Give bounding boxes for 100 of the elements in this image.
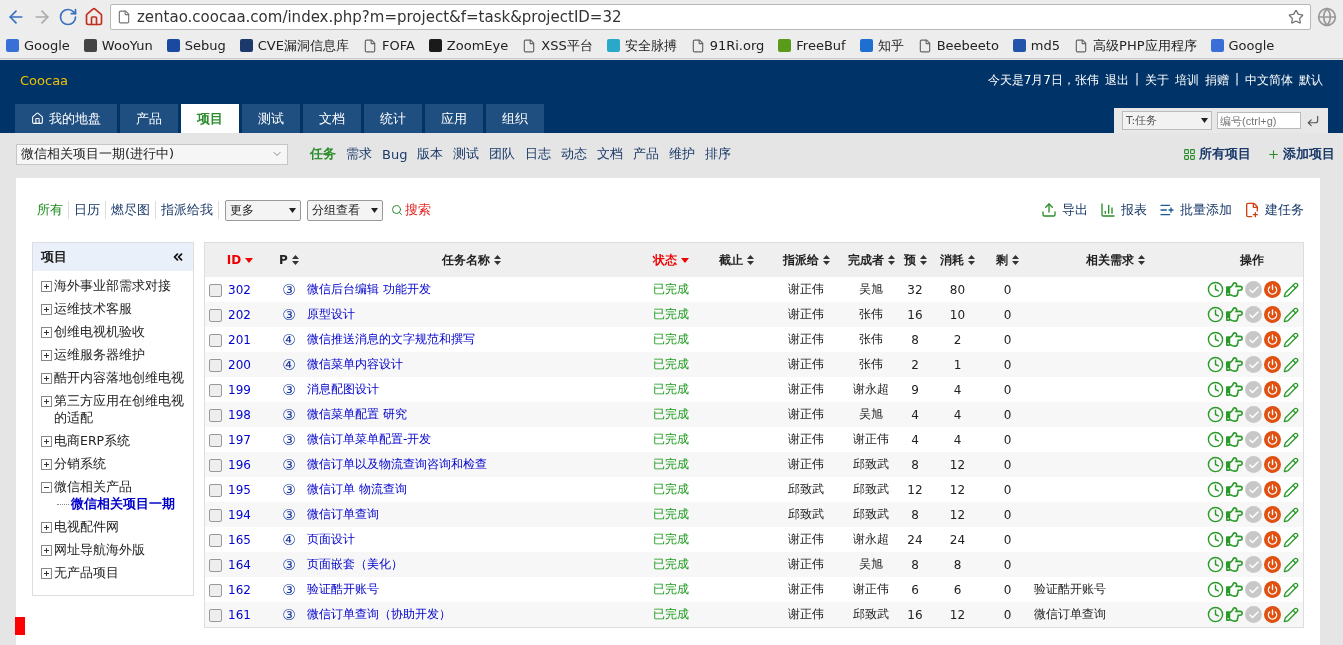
expand-icon[interactable] xyxy=(41,568,52,579)
subnav-link[interactable]: Bug xyxy=(382,146,408,162)
task-name-link[interactable]: 微信订单 物流查询 xyxy=(307,482,407,496)
header-action-link[interactable]: 所有项目 xyxy=(1183,145,1251,163)
column-header[interactable]: 相关需求 xyxy=(1030,243,1200,277)
pointing-hand-icon[interactable] xyxy=(1226,381,1243,398)
task-id-link[interactable]: 202 xyxy=(228,307,251,322)
check-icon[interactable] xyxy=(1245,581,1262,598)
row-checkbox[interactable] xyxy=(209,458,222,472)
nav-tab[interactable]: 我的地盘 xyxy=(15,104,117,133)
row-checkbox[interactable] xyxy=(209,483,222,497)
power-icon[interactable] xyxy=(1264,306,1281,323)
pointing-hand-icon[interactable] xyxy=(1226,581,1243,598)
nav-tab[interactable]: 项目 xyxy=(181,104,239,133)
power-icon[interactable] xyxy=(1264,381,1281,398)
subnav-link[interactable]: 需求 xyxy=(346,145,372,163)
filter-link[interactable]: 指派给我 xyxy=(156,201,219,219)
toolbar-action-link[interactable]: 报表 xyxy=(1100,201,1147,219)
expand-icon[interactable] xyxy=(41,373,52,384)
pointing-hand-icon[interactable] xyxy=(1226,456,1243,473)
pencil-icon[interactable] xyxy=(1283,406,1299,423)
toolbar-action-link[interactable]: 建任务 xyxy=(1244,201,1304,219)
task-name-link[interactable]: 微信推送消息的文字规范和撰写 xyxy=(307,332,475,346)
pointing-hand-icon[interactable] xyxy=(1226,281,1243,298)
clock-icon[interactable] xyxy=(1207,306,1224,323)
tree-item[interactable]: 分销系统 xyxy=(54,455,106,472)
task-name-link[interactable]: 原型设计 xyxy=(307,307,355,321)
tree-item[interactable]: 海外事业部需求对接 xyxy=(54,277,171,294)
clock-icon[interactable] xyxy=(1207,556,1224,573)
task-id-link[interactable]: 201 xyxy=(228,332,251,347)
check-icon[interactable] xyxy=(1245,331,1262,348)
bookmark-link[interactable]: Google xyxy=(1210,38,1275,53)
clock-icon[interactable] xyxy=(1207,481,1224,498)
pencil-icon[interactable] xyxy=(1283,456,1299,473)
task-id-link[interactable]: 195 xyxy=(228,482,251,497)
sort-icon[interactable] xyxy=(494,255,501,265)
sort-desc-icon[interactable] xyxy=(245,257,254,263)
task-id-link[interactable]: 199 xyxy=(228,382,251,397)
nav-tab[interactable]: 产品 xyxy=(120,104,178,133)
column-header[interactable]: 截止 xyxy=(702,243,770,277)
nav-tab[interactable]: 统计 xyxy=(364,104,422,133)
clock-icon[interactable] xyxy=(1207,281,1224,298)
power-icon[interactable] xyxy=(1264,506,1281,523)
pencil-icon[interactable] xyxy=(1283,556,1299,573)
bookmark-link[interactable]: md5 xyxy=(1012,38,1061,53)
filter-select[interactable]: 分组查看 xyxy=(307,199,383,221)
filter-select[interactable]: 更多 xyxy=(225,199,301,221)
pointing-hand-icon[interactable] xyxy=(1226,606,1243,623)
row-checkbox[interactable] xyxy=(209,308,222,322)
check-icon[interactable] xyxy=(1245,281,1262,298)
power-icon[interactable] xyxy=(1264,331,1281,348)
subnav-link[interactable]: 产品 xyxy=(633,145,660,163)
check-icon[interactable] xyxy=(1245,556,1262,573)
tree-item[interactable]: 微信相关产品 xyxy=(54,478,132,495)
bookmark-link[interactable]: Sebug xyxy=(166,38,226,53)
header-action-link[interactable]: 添加项目 xyxy=(1267,145,1335,163)
nav-tab[interactable]: 组织 xyxy=(486,104,544,133)
subnav-link[interactable]: 动态 xyxy=(561,145,588,163)
column-header[interactable]: 任务名称 xyxy=(303,243,640,277)
pencil-icon[interactable] xyxy=(1283,431,1299,448)
header-link[interactable]: 培训 xyxy=(1174,71,1199,89)
expand-icon[interactable] xyxy=(41,436,52,447)
bookmark-link[interactable]: FreeBuf xyxy=(778,38,846,53)
subnav-link[interactable]: 维护 xyxy=(669,145,696,163)
pointing-hand-icon[interactable] xyxy=(1226,556,1243,573)
bookmark-link[interactable]: CVE漏洞信息库 xyxy=(239,36,349,55)
clock-icon[interactable] xyxy=(1207,456,1224,473)
row-checkbox[interactable] xyxy=(209,608,222,622)
sort-icon[interactable] xyxy=(1137,255,1145,265)
sort-icon[interactable] xyxy=(968,255,975,265)
row-checkbox[interactable] xyxy=(209,283,222,297)
filter-link[interactable]: 日历 xyxy=(69,201,106,219)
pointing-hand-icon[interactable] xyxy=(1226,431,1243,448)
expand-icon[interactable] xyxy=(41,522,52,533)
clock-icon[interactable] xyxy=(1207,331,1224,348)
check-icon[interactable] xyxy=(1245,506,1262,523)
column-header[interactable]: P xyxy=(275,243,303,277)
check-icon[interactable] xyxy=(1245,356,1262,373)
task-id-link[interactable]: 200 xyxy=(228,357,251,372)
pencil-icon[interactable] xyxy=(1283,381,1299,398)
filter-link[interactable]: 燃尽图 xyxy=(106,201,156,219)
task-name-link[interactable]: 微信菜单内容设计 xyxy=(307,357,403,371)
address-bar[interactable]: zentao.coocaa.com/index.php?m=project&f=task&projectID=32 xyxy=(110,3,1311,30)
task-name-link[interactable]: 微信订单查询（协助开发） xyxy=(307,607,451,621)
pencil-icon[interactable] xyxy=(1283,306,1299,323)
subnav-link[interactable]: 日志 xyxy=(525,145,552,163)
row-checkbox[interactable] xyxy=(209,358,222,372)
search-field[interactable]: 编号(ctrl+g) xyxy=(1217,112,1301,129)
bookmark-link[interactable]: 知乎 xyxy=(859,36,904,55)
filter-link[interactable]: 所有 xyxy=(32,201,69,219)
clock-icon[interactable] xyxy=(1207,581,1224,598)
task-name-link[interactable]: 微信订单查询 xyxy=(307,507,379,521)
check-icon[interactable] xyxy=(1245,406,1262,423)
task-name-link[interactable]: 微信订单以及物流查询咨询和检查 xyxy=(307,457,487,471)
tree-item[interactable]: 电视配件网 xyxy=(54,518,119,535)
expand-icon[interactable] xyxy=(41,459,52,470)
task-id-link[interactable]: 198 xyxy=(228,407,251,422)
collapse-icon[interactable] xyxy=(41,482,52,493)
power-icon[interactable] xyxy=(1264,606,1281,623)
power-icon[interactable] xyxy=(1264,431,1281,448)
